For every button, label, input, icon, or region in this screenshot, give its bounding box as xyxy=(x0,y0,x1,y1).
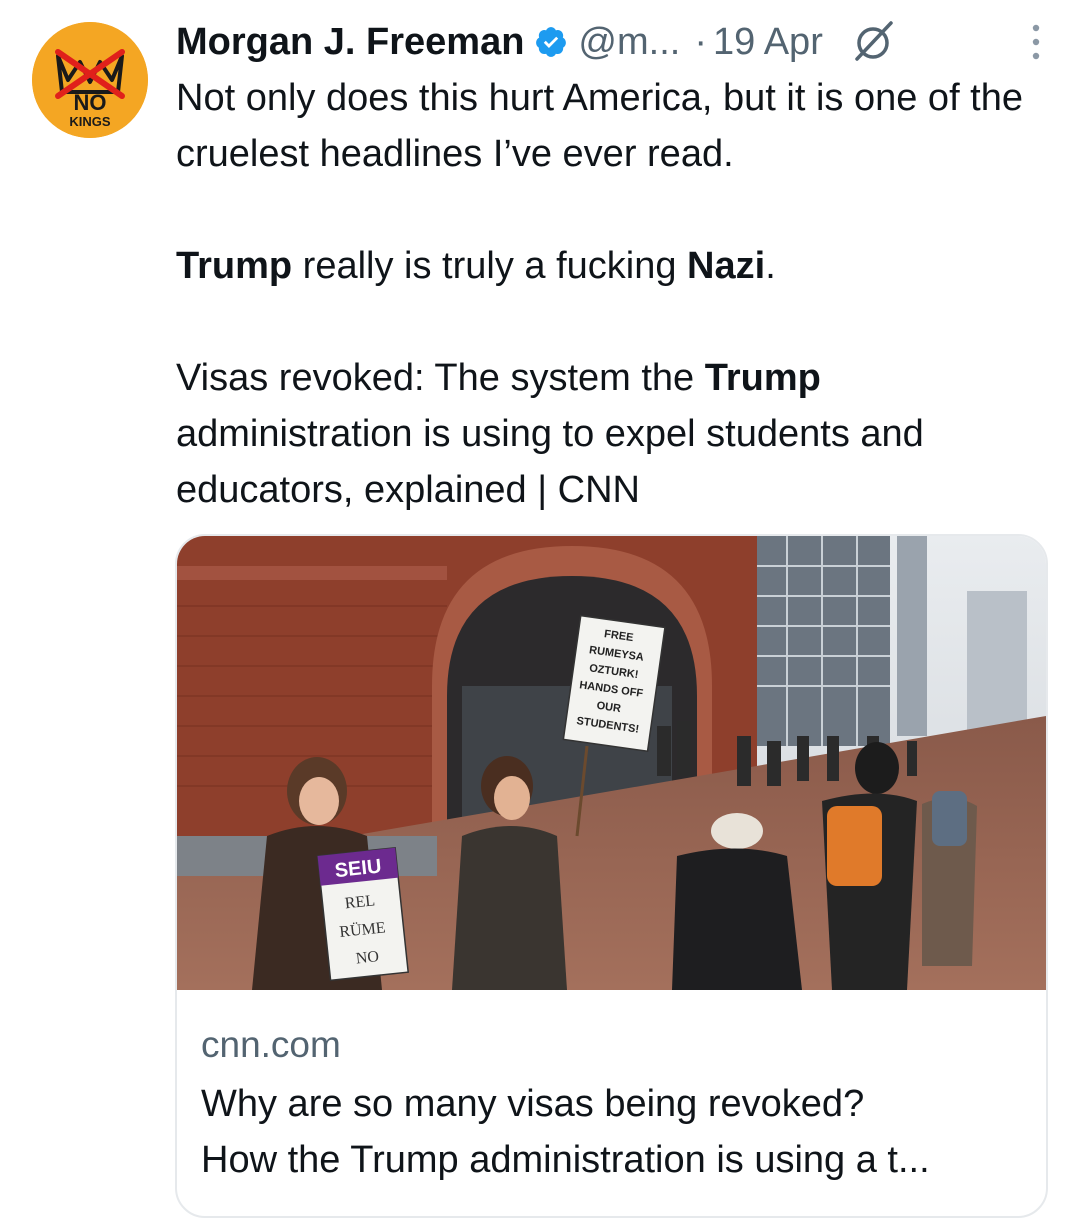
p2-end: . xyxy=(765,245,776,287)
p3-start: Visas revoked: The system the xyxy=(176,357,705,399)
no-kings-logo: NO KINGS xyxy=(32,22,148,138)
card-domain[interactable]: cnn.com xyxy=(201,1024,341,1066)
card-title-line-2: How the Trump administration is using a … xyxy=(201,1139,930,1181)
tweet-paragraph-1: Not only does this hurt America, but it … xyxy=(176,77,1024,175)
left-sign-line-1: REL xyxy=(344,892,375,912)
tweet-header: Morgan J. Freeman @m... · 19 Apr xyxy=(176,14,1056,70)
grok-icon[interactable] xyxy=(851,19,897,65)
tweet-paragraph-2: Trump really is truly a fucking Nazi. xyxy=(176,238,1056,294)
avatar-text-bottom: KINGS xyxy=(69,114,111,129)
card-title-line-1: Why are so many visas being revoked? xyxy=(201,1083,865,1125)
left-sign-line-3: NO xyxy=(355,948,380,967)
more-options-icon[interactable] xyxy=(1026,20,1046,64)
author-handle[interactable]: @m... xyxy=(578,21,680,64)
bold-nazi: Nazi xyxy=(687,245,766,287)
p3-end: administration is using to expel student… xyxy=(176,413,924,511)
protest-photo: FREE RUMEYSA OZTURK! HANDS OFF OUR STUDE… xyxy=(177,536,1046,990)
avatar[interactable]: NO KINGS xyxy=(32,22,148,138)
author-name[interactable]: Morgan J. Freeman xyxy=(176,21,524,64)
tweet-date[interactable]: 19 Apr xyxy=(713,21,823,64)
tweet-paragraph-3: Visas revoked: The system the Trump admi… xyxy=(176,350,1056,518)
separator-dot: · xyxy=(694,20,707,63)
p2-mid: really is truly a fucking xyxy=(292,245,688,287)
link-card[interactable]: FREE RUMEYSA OZTURK! HANDS OFF OUR STUDE… xyxy=(175,534,1048,1218)
tweet-text: Not only does this hurt America, but it … xyxy=(176,70,1056,518)
verified-badge-icon xyxy=(536,27,567,57)
card-title[interactable]: Why are so many visas being revoked? How… xyxy=(201,1076,1031,1188)
card-image[interactable]: FREE RUMEYSA OZTURK! HANDS OFF OUR STUDE… xyxy=(177,536,1046,990)
bold-trump: Trump xyxy=(176,245,293,287)
avatar-text-top: NO xyxy=(74,90,107,115)
bold-trump-2: Trump xyxy=(704,357,821,399)
